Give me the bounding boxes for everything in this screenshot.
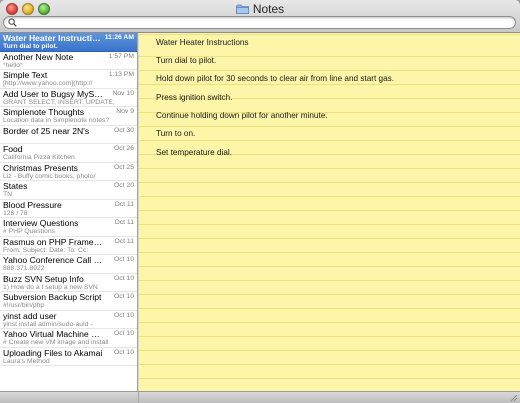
note-date: Oct 30 xyxy=(113,126,134,134)
note-list-item[interactable]: Simple Text 1:13 PM [http://www.yahoo.com]… xyxy=(0,70,137,89)
note-date: Nov 10 xyxy=(112,89,134,97)
note-list-item[interactable]: Uploading Files to Akamai Oct 10 Laura's M… xyxy=(0,347,137,366)
window-title-area: Notes xyxy=(0,2,520,16)
note-date: Oct 20 xyxy=(113,182,134,189)
note-date: Oct 10 xyxy=(113,348,134,356)
note-title: Another New Note xyxy=(3,51,74,62)
note-list-item[interactable]: Yahoo Virtual Machine Setup Oct 10 # Creat… xyxy=(0,329,137,348)
note-title: Water Heater Instructions xyxy=(3,33,103,43)
note-preview: # Create new VM image and install xyxy=(3,339,109,346)
note-date: Nov 9 xyxy=(116,108,134,115)
search-field[interactable] xyxy=(3,16,516,29)
note-text-line: Press ignition switch. xyxy=(156,93,233,102)
note-title: Blood Pressure xyxy=(3,199,62,210)
note-list-item[interactable]: Simplenote Thoughts Nov 9 Location data in… xyxy=(0,107,137,126)
notes-list[interactable]: Water Heater Instructions 11:26 AM Turn di… xyxy=(0,33,138,391)
note-date: Oct 10 xyxy=(113,256,134,263)
note-list-item[interactable]: Another New Note 1:57 PM *hello* xyxy=(0,51,137,70)
note-title: Subversion Backup Script xyxy=(3,292,102,302)
note-preview: 1) How do a I setup a new SVN xyxy=(3,283,98,291)
note-date: Oct 10 xyxy=(113,293,134,300)
note-title: Interview Questions xyxy=(3,218,79,228)
pane-divider[interactable] xyxy=(138,392,139,403)
note-title: Border of 25 near 2N's xyxy=(3,125,90,136)
note-title: Rasmus on PHP Framewor… xyxy=(3,236,103,247)
note-text-line: Set temperature dial. xyxy=(156,148,233,157)
notes-window: Notes Water Heater Instructions 11:26 AM T… xyxy=(0,0,520,403)
note-title: States xyxy=(3,181,28,191)
note-list-item[interactable]: States Oct 20 TN xyxy=(0,181,137,200)
resize-grip-icon[interactable] xyxy=(509,393,518,402)
window-title: Notes xyxy=(252,2,285,16)
note-text-line: Turn to on. xyxy=(156,129,196,138)
note-preview: Liz - Buffy comic books, photo/ xyxy=(3,172,96,180)
note-list-item[interactable]: Add User to Bugsy MySQL… Nov 10GRANT SELE… xyxy=(0,88,137,107)
note-text-line: Turn dial to pilot. xyxy=(156,56,217,65)
note-list-item[interactable]: Christmas Presents Oct 25 Liz - Buffy comi… xyxy=(0,162,137,181)
note-title: Yahoo Conference Call Info xyxy=(3,255,103,265)
note-title: Buzz SVN Setup Info xyxy=(3,273,84,284)
note-list-item[interactable]: Yahoo Conference Call Info Oct 10 888.371.… xyxy=(0,255,137,274)
note-preview: yinst install admin/sudo-auld - xyxy=(3,320,93,328)
note-text-line: Water Heater Instructions xyxy=(156,38,249,47)
note-date: 11:26 AM xyxy=(104,34,134,41)
note-date: Oct 10 xyxy=(113,311,134,319)
note-title: Add User to Bugsy MySQL… xyxy=(3,88,103,99)
note-title: Uploading Files to Akamai xyxy=(3,347,103,358)
note-date: Oct 26 xyxy=(113,145,134,152)
note-title: Food xyxy=(3,144,23,154)
note-title: Christmas Presents xyxy=(3,162,78,173)
note-date: 1:13 PM xyxy=(108,71,134,78)
note-text-line: Hold down pilot for 30 seconds to clear … xyxy=(156,74,395,83)
note-date: Oct 25 xyxy=(113,163,134,171)
note-list-item[interactable]: Border of 25 near 2N's Oct 30 xyxy=(0,125,137,144)
folder-icon xyxy=(235,3,249,17)
note-preview: GRANT SELECT, INSERT, UPDATE, xyxy=(3,98,115,106)
note-preview: Location data in Simplenote notes? xyxy=(3,117,110,124)
note-preview: #!/usr/bin/php xyxy=(3,302,45,309)
note-title: yinst add user xyxy=(3,310,57,321)
note-title: Simplenote Thoughts xyxy=(3,107,85,117)
note-preview: TN xyxy=(3,191,13,198)
note-preview: *hello* xyxy=(3,61,23,69)
note-list-item[interactable]: Buzz SVN Setup Info Oct 10 1) How do a I s… xyxy=(0,273,137,292)
note-list-item[interactable]: Interview Questions Oct 11 # PHP Questions xyxy=(0,218,137,237)
note-list-item[interactable]: Food Oct 26 California Pizza Kitchen xyxy=(0,144,137,163)
note-list-item[interactable]: Rasmus on PHP Framewor… Oct 11 From: Subje… xyxy=(0,236,137,255)
note-date: 1:57 PM xyxy=(108,52,134,60)
note-date: Oct 10 xyxy=(113,330,134,337)
note-list-item[interactable]: Water Heater Instructions 11:26 AM Turn di… xyxy=(0,33,137,52)
search-input[interactable] xyxy=(20,17,500,28)
note-date: Oct 11 xyxy=(114,237,134,245)
search-icon xyxy=(8,18,17,27)
note-preview: 126 / 78 xyxy=(3,209,28,217)
note-date: Oct 11 xyxy=(114,200,134,208)
note-date: Oct 11 xyxy=(114,219,134,226)
note-text-line: Continue holding down pilot for another … xyxy=(156,111,328,120)
note-preview: 888.371.8922 xyxy=(3,265,45,272)
note-date: Oct 10 xyxy=(113,274,134,282)
note-preview: From: Subject: Date: To: Cc: xyxy=(3,246,89,254)
note-preview: # PHP Questions xyxy=(3,228,56,235)
note-preview: California Pizza Kitchen xyxy=(3,154,75,161)
note-list-item[interactable]: yinst add user Oct 10 yinst install admin/… xyxy=(0,310,137,329)
note-preview: Turn dial to pilot. xyxy=(3,43,58,50)
note-list-item[interactable]: Subversion Backup Script Oct 10 #!/usr/bin… xyxy=(0,292,137,311)
note-title: Yahoo Virtual Machine Setup xyxy=(3,329,103,339)
note-list-item[interactable]: Blood Pressure Oct 11 126 / 78 xyxy=(0,199,137,218)
note-preview: Laura's Method xyxy=(3,357,50,365)
note-editor[interactable]: Water Heater Instructions Turn dial to pi… xyxy=(139,33,520,391)
note-preview: [http://www.yahoo.com](http:// xyxy=(3,80,93,87)
bottom-bar xyxy=(0,391,520,403)
title-bar: Notes xyxy=(0,0,520,33)
note-title: Simple Text xyxy=(3,70,48,80)
